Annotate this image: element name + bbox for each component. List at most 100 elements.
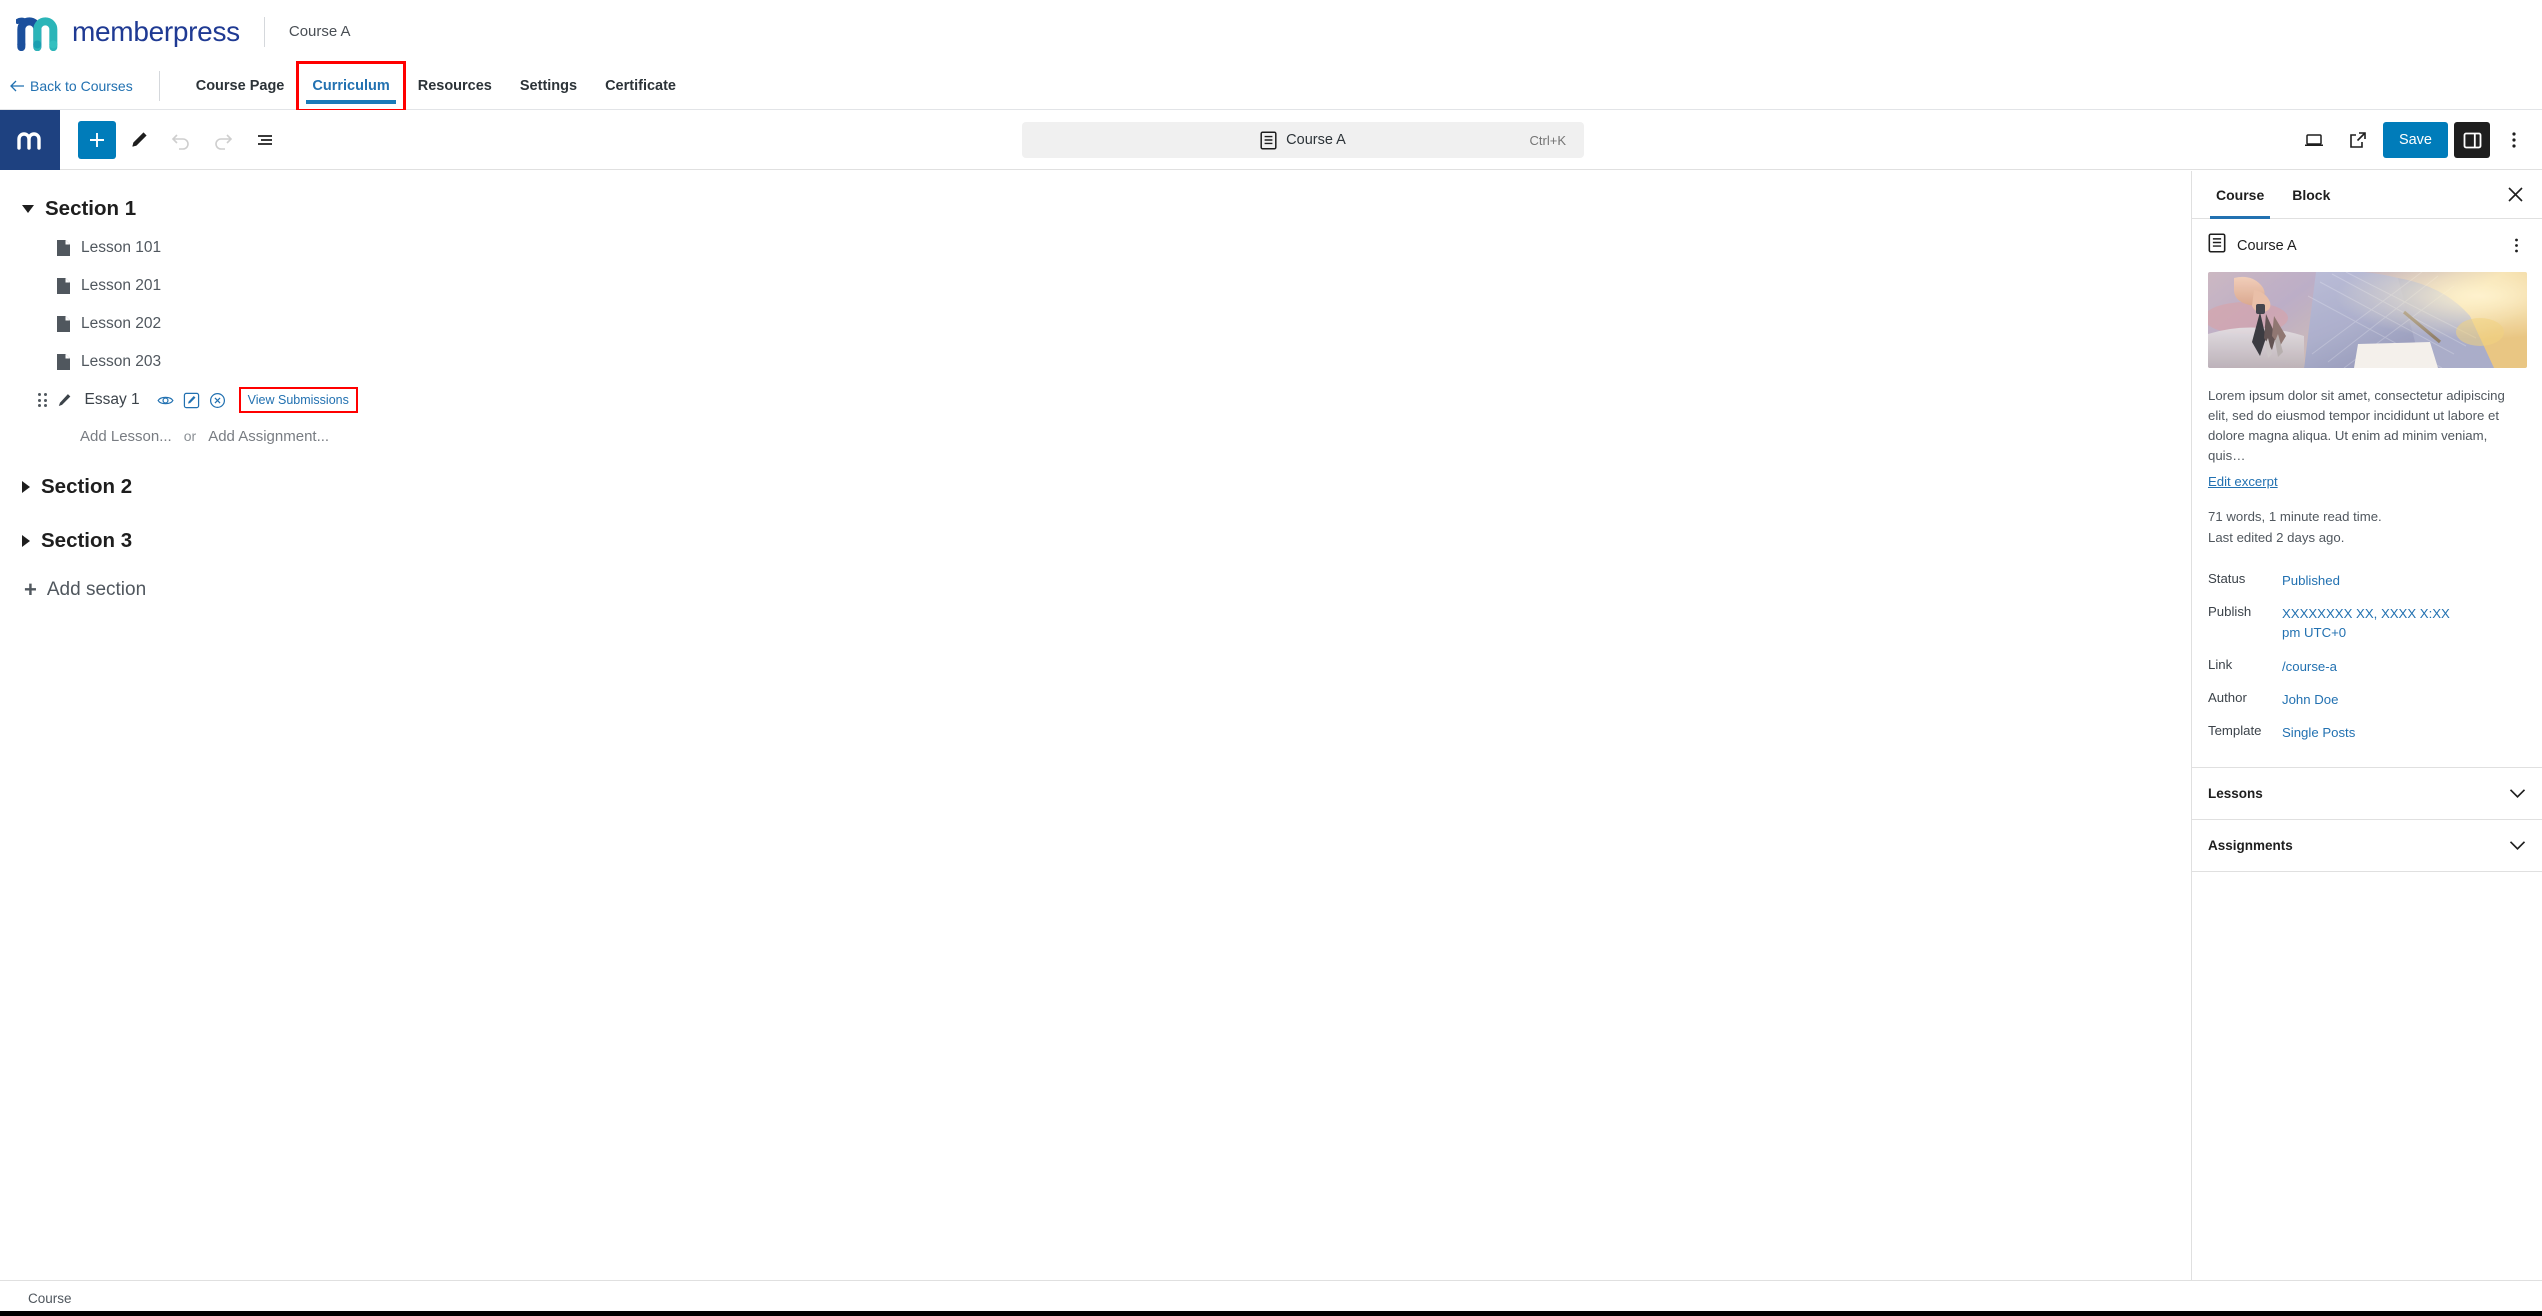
lesson-row[interactable]: Lesson 203	[22, 343, 2191, 381]
close-icon	[2507, 187, 2523, 202]
document-options-button[interactable]	[2502, 232, 2530, 260]
author-label: Author	[2208, 689, 2247, 705]
lesson-row[interactable]: Lesson 202	[22, 305, 2191, 343]
navbar-divider	[158, 71, 160, 101]
chevron-right-icon	[22, 481, 30, 493]
add-block-button[interactable]	[78, 120, 116, 159]
page-icon	[57, 240, 70, 256]
nav-item-resources[interactable]: Resources	[404, 63, 506, 110]
back-to-courses-link[interactable]: Back to Courses	[0, 78, 133, 94]
site-hub-button[interactable]	[0, 109, 60, 170]
save-button[interactable]: Save	[2382, 122, 2448, 158]
last-edited: Last edited 2 days ago.	[2208, 529, 2345, 545]
section-header-2[interactable]: Section 2	[22, 475, 132, 499]
sidebar-toggle-button[interactable]	[2454, 122, 2490, 158]
brand-name: memberpress	[72, 15, 240, 47]
brand-logo[interactable]: memberpress	[0, 13, 240, 51]
nav-item-course-page[interactable]: Course Page	[182, 63, 299, 110]
remove-icon[interactable]	[209, 392, 226, 409]
command-bar-shortcut: Ctrl+K	[1529, 132, 1566, 148]
lesson-row[interactable]: Lesson 101	[22, 229, 2191, 267]
publish-value[interactable]: XXXXXXXX XX, XXXX X:XX pm UTC+0	[2282, 604, 2452, 642]
redo-button[interactable]	[204, 121, 242, 159]
editor-tools	[60, 120, 284, 159]
nav-item-settings[interactable]: Settings	[506, 63, 591, 110]
memberpress-topbar: memberpress Course A	[0, 0, 2542, 63]
featured-image-graphic	[2208, 272, 2527, 368]
view-submissions-link[interactable]: View Submissions	[238, 387, 358, 413]
editor-canvas: Section 1 Lesson 101 Lesson 201 Lesson 2…	[0, 171, 2191, 1280]
breadcrumb-title: Course A	[288, 23, 351, 40]
document-stats: 71 words, 1 minute read time. Last edite…	[2208, 507, 2526, 548]
preview-button[interactable]	[2295, 121, 2333, 159]
assignment-row[interactable]: Essay 1 View Submissions	[22, 381, 2191, 419]
featured-image[interactable]	[2208, 272, 2527, 368]
status-row: Status Published	[2208, 564, 2526, 597]
assignment-title: Essay 1	[84, 391, 140, 408]
section-header-1[interactable]: Section 1	[22, 197, 136, 221]
edit-icon[interactable]	[183, 392, 200, 409]
nav-label: Curriculum	[312, 78, 390, 94]
panel-assignments[interactable]: Assignments	[2192, 820, 2542, 872]
breadcrumb-status[interactable]: Course	[28, 1291, 72, 1306]
status-value[interactable]: Published	[2282, 571, 2340, 590]
nav-label: Resources	[417, 78, 492, 94]
document-icon	[1260, 130, 1277, 150]
template-row: Template Single Posts	[2208, 716, 2526, 749]
arrow-left-icon	[10, 80, 24, 92]
edit-excerpt-link[interactable]: Edit excerpt	[2208, 474, 2278, 489]
template-value[interactable]: Single Posts	[2282, 723, 2355, 742]
external-link-icon	[2350, 132, 2366, 148]
lesson-row[interactable]: Lesson 201	[22, 267, 2191, 305]
add-lesson-link[interactable]: Add Lesson...	[80, 428, 172, 445]
preview-icon[interactable]	[157, 392, 174, 409]
link-row: Link /course-a	[2208, 650, 2526, 683]
template-label: Template	[2208, 722, 2262, 738]
active-tab-underline	[306, 99, 396, 104]
document-summary-row[interactable]: Course A	[2192, 219, 2542, 268]
tab-label: Course	[2216, 186, 2265, 203]
desktop-preview-icon	[2304, 134, 2323, 146]
assignment-pencil-icon	[56, 392, 73, 409]
chevron-down-icon	[2509, 789, 2526, 799]
course-navbar: Back to Courses Course Page Curriculum R…	[0, 60, 2542, 112]
add-section-label: Add section	[46, 579, 147, 600]
editor-header: Course A Ctrl+K Save	[0, 109, 2542, 170]
command-bar[interactable]: Course A Ctrl+K	[1022, 122, 1584, 158]
edit-tool-button[interactable]	[120, 121, 158, 159]
drag-handle-icon[interactable]	[38, 393, 47, 407]
link-value[interactable]: /course-a	[2282, 657, 2337, 676]
lesson-title: Lesson 201	[81, 277, 162, 294]
document-overview-button[interactable]	[246, 121, 284, 159]
publish-row: Publish XXXXXXXX XX, XXXX X:XX pm UTC+0	[2208, 597, 2526, 649]
section-header-3[interactable]: Section 3	[22, 529, 132, 553]
nav-label: Course Page	[195, 78, 285, 94]
editor-options-button[interactable]	[2496, 122, 2532, 158]
window-bottom-edge	[0, 1311, 2542, 1316]
settings-sidebar: Course Block Course A Lorem ipsum dolor …	[2191, 171, 2542, 1280]
section-title: Section 3	[41, 529, 133, 552]
add-assignment-link[interactable]: Add Assignment...	[208, 428, 329, 445]
add-section-button[interactable]: + Add section	[24, 579, 146, 601]
undo-button[interactable]	[162, 121, 200, 159]
nav-item-curriculum[interactable]: Curriculum	[296, 60, 406, 112]
author-row: Author John Doe	[2208, 683, 2526, 716]
nav-item-certificate[interactable]: Certificate	[591, 63, 690, 110]
status-label: Status	[2208, 571, 2246, 587]
undo-icon	[171, 133, 189, 150]
view-post-button[interactable]	[2339, 121, 2377, 159]
panel-lessons[interactable]: Lessons	[2192, 768, 2542, 820]
plus-icon	[90, 132, 104, 147]
editor-header-actions: Save	[2295, 110, 2532, 170]
pencil-icon	[132, 131, 147, 147]
link-label: Link	[2208, 656, 2233, 672]
close-sidebar-button[interactable]	[2500, 180, 2530, 210]
redo-icon	[215, 133, 233, 150]
tab-course[interactable]: Course	[2202, 171, 2278, 219]
tab-block[interactable]: Block	[2278, 171, 2344, 219]
sidebar-panel-icon	[2463, 132, 2481, 148]
memberpress-m-icon	[17, 131, 41, 150]
author-value[interactable]: John Doe	[2282, 690, 2338, 709]
panel-title: Assignments	[2208, 838, 2293, 853]
